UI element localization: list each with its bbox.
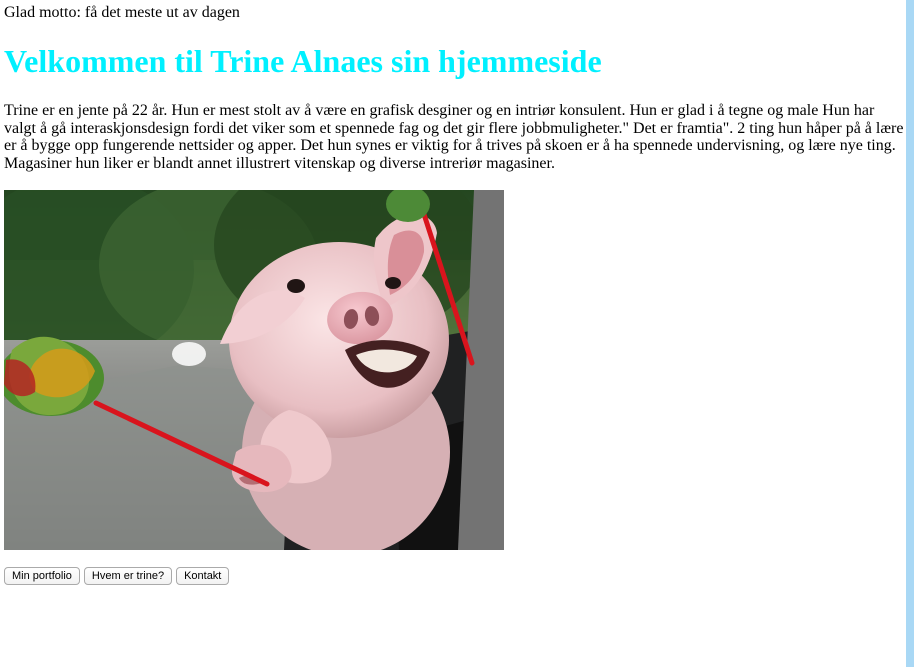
intro-paragraph: Trine er en jente på 22 år. Hun er mest … xyxy=(4,102,904,172)
contact-button[interactable]: Kontakt xyxy=(176,567,230,585)
scrollbar-edge[interactable] xyxy=(906,0,914,667)
motto-text: Glad motto: få det meste ut av dagen xyxy=(4,4,240,21)
page-title: Velkommen til Trine Alnaes sin hjemmesid… xyxy=(4,43,602,79)
page: Glad motto: få det meste ut av dagen Vel… xyxy=(0,0,906,667)
my-portfolio-button[interactable]: Min portfolio xyxy=(4,567,80,585)
who-is-trine-button[interactable]: Hvem er trine? xyxy=(83,567,173,585)
pig-photo-illustration xyxy=(4,190,504,550)
pig-in-car-window-image xyxy=(4,190,504,550)
navigation-buttons: Min portfolio Hvem er trine? Kontakt xyxy=(4,567,230,585)
